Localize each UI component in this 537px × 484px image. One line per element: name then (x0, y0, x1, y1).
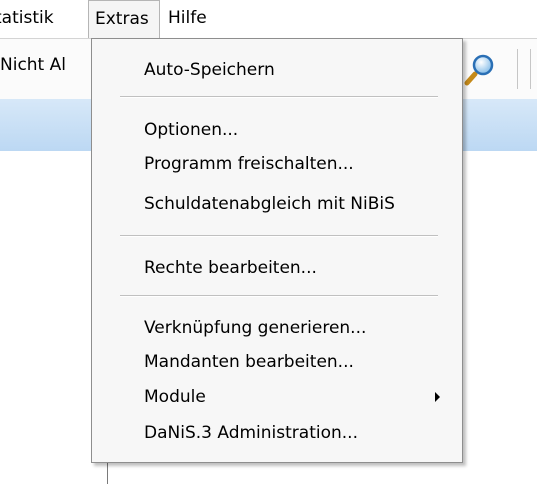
menu-statistik-label: tatistik (0, 8, 54, 28)
content-border (107, 460, 108, 484)
menu-divider (120, 295, 438, 297)
toolbar-separator (517, 49, 518, 89)
menu-hilfe-label: Hilfe (168, 8, 207, 28)
menu-item-danis-administration[interactable]: DaNiS.3 Administration... (144, 416, 358, 450)
menu-item-schuldatenabgleich[interactable]: Schuldatenabgleich mit NiBiS (144, 187, 395, 221)
submenu-arrow-icon (435, 392, 440, 402)
magnifier-icon (464, 54, 494, 86)
menu-hilfe[interactable]: Hilfe (168, 0, 218, 38)
menu-divider (120, 235, 438, 237)
menu-item-programm-freischalten[interactable]: Programm freischalten... (144, 147, 354, 181)
menu-bar: tatistik Extras Hilfe (0, 0, 537, 38)
extras-dropdown-menu: Auto-Speichern Optionen... Programm frei… (91, 38, 463, 463)
search-button[interactable] (460, 49, 500, 89)
menu-item-mandanten-bearbeiten[interactable]: Mandanten bearbeiten... (144, 345, 354, 379)
menu-item-optionen[interactable]: Optionen... (144, 113, 238, 147)
toolbar-separator (530, 49, 531, 89)
toolbar-button-cutoff[interactable]: Nicht Al (0, 55, 92, 75)
menu-extras[interactable]: Extras (88, 0, 160, 38)
menu-extras-label: Extras (95, 9, 149, 29)
menu-divider (120, 96, 438, 98)
menu-item-verknuepfung-generieren[interactable]: Verknüpfung generieren... (144, 311, 366, 345)
menu-item-rechte-bearbeiten[interactable]: Rechte bearbeiten... (144, 251, 317, 285)
menu-item-module[interactable]: Module (144, 380, 206, 414)
menu-item-auto-speichern[interactable]: Auto-Speichern (144, 53, 275, 87)
menu-statistik[interactable]: tatistik (0, 0, 86, 38)
